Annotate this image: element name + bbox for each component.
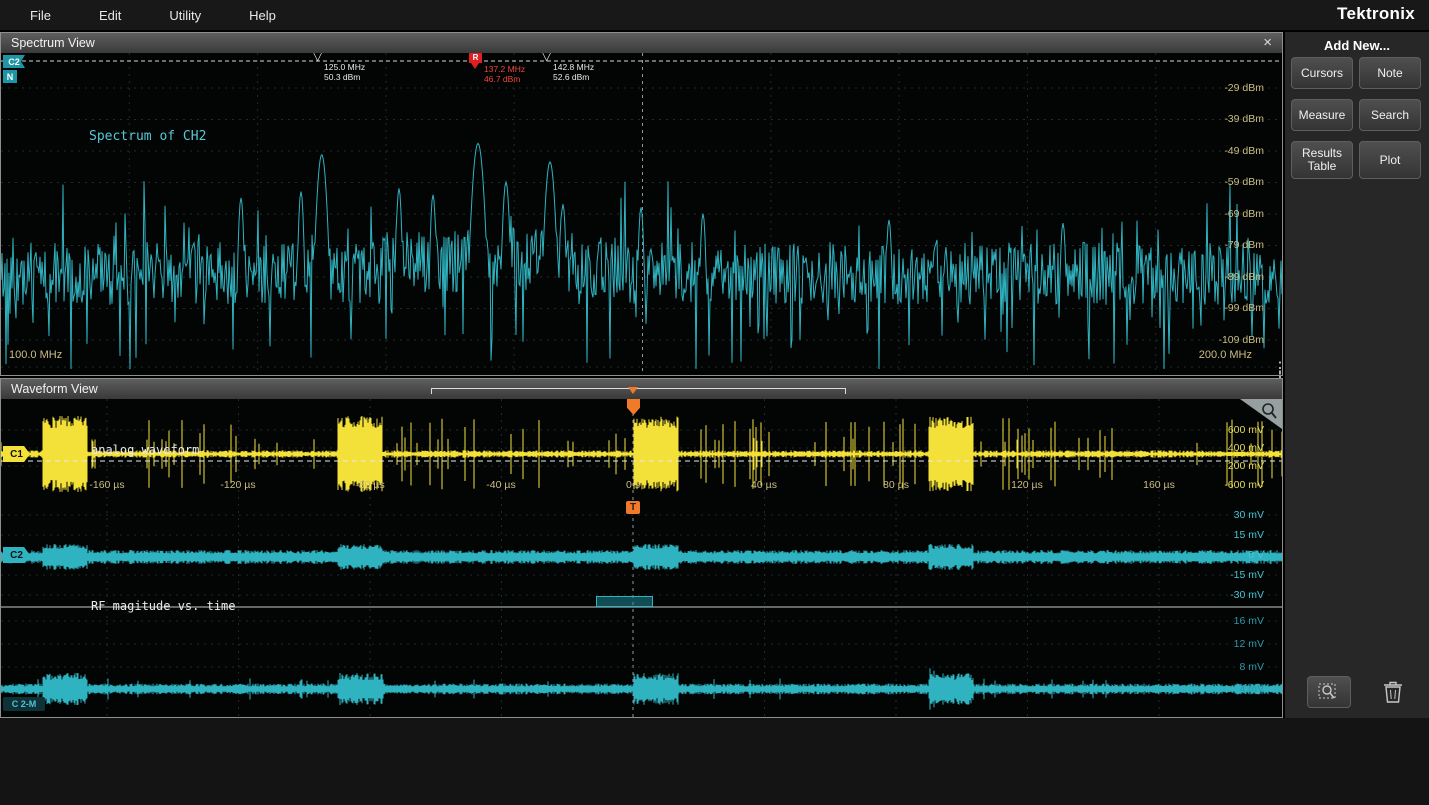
trash-icon: [1382, 679, 1404, 705]
ch2-scale-label: -15 mV: [1230, 569, 1264, 581]
ch2m-scale-label: 12 mV: [1234, 638, 1264, 650]
add-new-title: Add New...: [1285, 38, 1429, 53]
ch2m-trace: [1, 668, 1282, 709]
spectrum-trace: [1, 143, 1282, 369]
ch1-scale-label: 600 mV: [1228, 424, 1264, 436]
waveform-view: Waveform View C1 analog waveform 600 mV …: [0, 378, 1283, 718]
menu-utility[interactable]: Utility: [169, 8, 201, 23]
ch2-trace: [1, 544, 1282, 570]
spectrum-view: Spectrum View × C2 N ▽ 125.0 MHz 50.3 dB…: [0, 32, 1283, 376]
note-button[interactable]: Note: [1359, 57, 1421, 89]
right-sidebar: Add New... Cursors Note Measure Search R…: [1285, 32, 1429, 718]
time-label: -40 µs: [466, 479, 536, 491]
trash-button[interactable]: [1375, 674, 1411, 710]
reference-marker-readout: 137.2 MHz 46.7 dBm: [484, 64, 525, 84]
spectrum-y-label: -29 dBm: [1224, 82, 1264, 94]
spectrum-y-label: -59 dBm: [1224, 176, 1264, 188]
ch2-annotation[interactable]: RF magitude vs. time: [91, 599, 236, 613]
spectrum-view-title: Spectrum View: [11, 36, 95, 50]
ch2m-scale-label: 8 mV: [1239, 661, 1264, 673]
zoom-overview-button[interactable]: [1307, 676, 1351, 708]
close-icon[interactable]: ×: [1263, 34, 1272, 51]
ch2m-scale-label: 4 mV: [1239, 683, 1264, 695]
spectrum-y-label: -109 dBm: [1218, 334, 1264, 346]
search-button[interactable]: Search: [1359, 99, 1421, 131]
marker-b-icon[interactable]: ▽: [542, 53, 551, 62]
trigger-position-marker[interactable]: T: [626, 501, 640, 514]
ch1-scale-label: 400 mV: [1228, 442, 1264, 454]
time-label: -120 µs: [203, 479, 273, 491]
spectrum-y-label: -69 dBm: [1224, 208, 1264, 220]
ch1-annotation[interactable]: analog waveform: [91, 443, 199, 457]
channel2-math-badge[interactable]: C 2-M: [3, 697, 45, 711]
time-label: 40 µs: [729, 479, 799, 491]
ch2-scale-label: 30 mV: [1234, 509, 1264, 521]
spectrum-y-label: -89 dBm: [1224, 271, 1264, 283]
waveform-plot[interactable]: C1 analog waveform 600 mV 400 mV 200 mV …: [1, 399, 1282, 717]
menu-help[interactable]: Help: [249, 8, 276, 23]
spectrum-y-label: -79 dBm: [1224, 239, 1264, 251]
marker-a-icon[interactable]: ▽: [313, 53, 322, 62]
marker-a-readout: 125.0 MHz 50.3 dBm: [324, 62, 365, 82]
spectrum-y-label: -49 dBm: [1224, 145, 1264, 157]
ch2-scale-label: 15 mV: [1234, 529, 1264, 541]
time-label: 160 µs: [1124, 479, 1194, 491]
menu-bar: File Edit Utility Help Tektronix: [0, 0, 1429, 30]
spectrum-x-start-label: 100.0 MHz: [9, 349, 62, 361]
time-label: 120 µs: [992, 479, 1062, 491]
spectrum-y-label: -99 dBm: [1224, 302, 1264, 314]
time-label: 80 µs: [861, 479, 931, 491]
bottom-bar: Ch 1 200 mV/div Ter... 1 GHzBw Ch 2 7.5 …: [0, 718, 1429, 805]
time-label: -160 µs: [72, 479, 142, 491]
spectrum-view-header[interactable]: Spectrum View ×: [1, 33, 1282, 53]
waveform-view-title: Waveform View: [11, 382, 98, 396]
menu-file[interactable]: File: [30, 8, 51, 23]
cursors-button[interactable]: Cursors: [1291, 57, 1353, 89]
spectrum-trace-badge[interactable]: N: [3, 70, 17, 83]
ch2m-scale-label: 16 mV: [1234, 615, 1264, 627]
zoom-box-icon: [1318, 682, 1340, 702]
plot-button[interactable]: Plot: [1359, 141, 1421, 179]
results-table-button[interactable]: Results Table: [1291, 141, 1353, 179]
waveform-view-header[interactable]: Waveform View: [1, 379, 1282, 399]
measure-button[interactable]: Measure: [1291, 99, 1353, 131]
tektronix-logo: Tektronix: [1337, 4, 1415, 24]
ch1-scale-label: 200 mV: [1228, 460, 1264, 472]
ch2-scale-label: -30 mV: [1230, 589, 1264, 601]
acquisition-window-bracket[interactable]: [431, 388, 846, 394]
time-label: -80 µs: [335, 479, 405, 491]
ch1-scale-label: -600 mV: [1224, 479, 1264, 491]
spectrum-canvas: [1, 53, 1282, 375]
marker-b-readout: 142.8 MHz 52.6 dBm: [553, 62, 594, 82]
measurement-gate[interactable]: [596, 596, 653, 607]
reference-marker-tip: [471, 63, 479, 69]
oscilloscope-app: File Edit Utility Help Tektronix Spectru…: [0, 0, 1429, 805]
ch2-scale-label: 0 V: [1248, 549, 1264, 561]
reference-marker-icon[interactable]: R: [469, 53, 482, 63]
spectrum-y-label: -39 dBm: [1224, 113, 1264, 125]
spectrum-plot[interactable]: C2 N ▽ 125.0 MHz 50.3 dBm R 137.2 MHz 46…: [1, 53, 1282, 375]
expansion-point-icon[interactable]: [628, 387, 638, 394]
time-label: 0 s: [598, 479, 668, 491]
spectrum-x-end-label: 200.0 MHz: [1199, 349, 1252, 361]
menu-edit[interactable]: Edit: [99, 8, 121, 23]
spectrum-annotation[interactable]: Spectrum of CH2: [89, 129, 206, 144]
